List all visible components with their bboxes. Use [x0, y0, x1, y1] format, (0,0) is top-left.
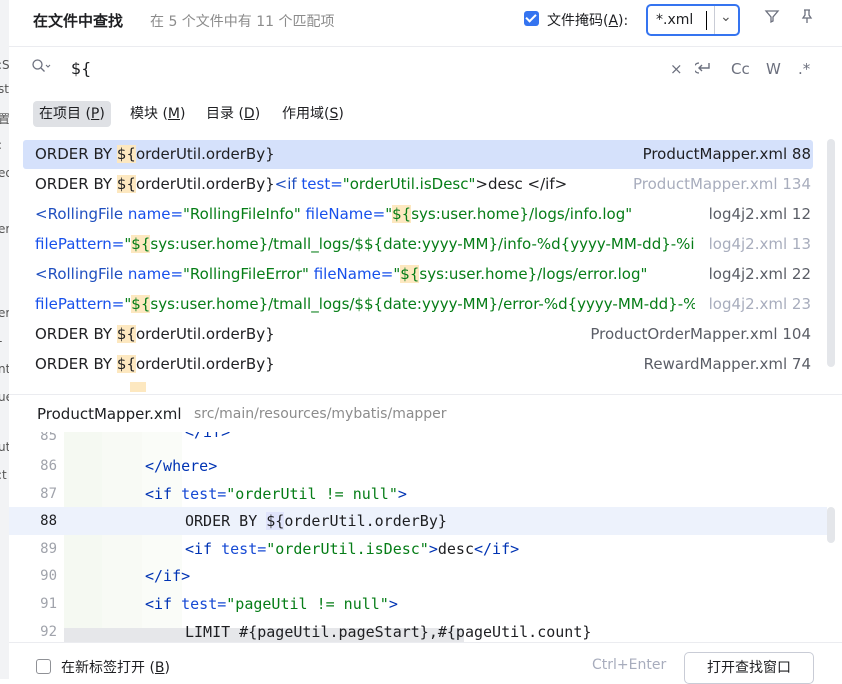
result-file: log4j2.xml 12 — [702, 200, 811, 229]
file-mask-value[interactable]: *.xml — [656, 12, 693, 28]
text-caret — [706, 11, 707, 30]
line-number: 91 — [40, 596, 57, 612]
shortcut-hint: Ctrl+Enter — [592, 657, 667, 673]
filter-icon[interactable] — [764, 8, 780, 28]
code-line: </if> — [145, 567, 191, 585]
partial-match-highlight — [130, 382, 146, 392]
clear-icon[interactable]: × — [670, 60, 683, 78]
line-number: 88 — [40, 513, 57, 529]
file-mask-checkbox[interactable] — [524, 11, 539, 26]
tab-module[interactable]: 模块 (M) — [124, 101, 191, 127]
result-file: ProductMapper.xml 88 — [636, 140, 811, 169]
whole-words-button[interactable]: W — [766, 60, 781, 78]
result-file: ProductOrderMapper.xml 104 — [584, 320, 811, 349]
combobox-separator — [714, 6, 715, 34]
result-row[interactable]: <RollingFile name="RollingFileError" fil… — [23, 260, 813, 289]
indent-guide — [102, 432, 142, 642]
result-row[interactable]: filePattern="${sys:user.home}/tmall_logs… — [23, 230, 813, 259]
open-find-window-button[interactable]: 打开查找窗口 — [684, 652, 814, 684]
new-line-icon[interactable] — [693, 60, 713, 80]
code-line: </if> — [185, 432, 231, 441]
preview-scrollbar[interactable] — [827, 507, 835, 543]
result-code: filePattern="${sys:user.home}/tmall_logs… — [35, 295, 695, 313]
search-input[interactable]: ${ — [71, 59, 91, 78]
file-mask-combobox[interactable]: *.xml ⌄ — [646, 4, 740, 36]
regex-button[interactable]: .* — [798, 60, 810, 78]
code-line: <if test="orderUtil.isDesc">desc</if> — [185, 540, 520, 558]
result-row[interactable]: ORDER BY ${orderUtil.orderBy} ProductMap… — [23, 140, 813, 169]
dialog-header: 在文件中查找 在 5 个文件中有 11 个匹配项 文件掩码(A): *.xml … — [9, 0, 842, 42]
result-row[interactable]: ORDER BY ${orderUtil.orderBy} RewardMapp… — [23, 350, 813, 379]
open-in-new-tab-checkbox[interactable] — [36, 659, 51, 674]
line-number: 87 — [40, 486, 57, 502]
dialog-footer: 在新标签打开 (B) Ctrl+Enter 打开查找窗口 — [9, 642, 842, 684]
line-number: 89 — [40, 541, 57, 557]
line-number: 86 — [40, 458, 57, 474]
result-file: log4j2.xml 13 — [702, 230, 811, 259]
match-summary: 在 5 个文件中有 11 个匹配项 — [150, 14, 335, 30]
file-mask-label: 文件掩码(A): — [547, 13, 629, 29]
code-line: </where> — [145, 457, 218, 475]
tab-project[interactable]: 在项目 (P) — [33, 101, 111, 127]
find-in-files-dialog: 在文件中查找 在 5 个文件中有 11 个匹配项 文件掩码(A): *.xml … — [9, 0, 842, 684]
result-code: <RollingFile name="RollingFileInfo" file… — [35, 205, 633, 223]
chevron-down-icon[interactable]: ⌄ — [720, 9, 732, 25]
result-code: ORDER BY ${orderUtil.orderBy} — [35, 355, 275, 373]
preview-header: ProductMapper.xml src/main/resources/myb… — [9, 394, 842, 433]
result-code: filePattern="${sys:user.home}/tmall_logs… — [35, 235, 695, 253]
preview-file-name: ProductMapper.xml — [37, 405, 182, 423]
dialog-title: 在文件中查找 — [33, 12, 124, 30]
result-code: ORDER BY ${orderUtil.orderBy}<if test="o… — [35, 175, 568, 193]
code-line: ORDER BY ${orderUtil.orderBy} — [185, 512, 447, 530]
line-number-gutter: 85 86 87 88 89 90 91 92 — [9, 432, 62, 642]
code-line: LIMIT #{pageUtil.pageStart},#{pageUtil.c… — [185, 623, 592, 641]
tab-directory[interactable]: 目录 (D) — [200, 101, 266, 127]
result-row[interactable]: <RollingFile name="RollingFileInfo" file… — [23, 200, 813, 229]
result-code: <RollingFile name="RollingFileError" fil… — [35, 265, 648, 283]
open-in-new-tab-label[interactable]: 在新标签打开 (B) — [61, 657, 170, 677]
preview-file-path: src/main/resources/mybatis/mapper — [194, 406, 447, 422]
pin-icon[interactable] — [799, 8, 815, 28]
code-line: <if test="orderUtil != null"> — [145, 485, 407, 503]
line-number: 85 — [40, 432, 57, 444]
result-file: RewardMapper.xml 74 — [637, 350, 811, 379]
code-line: <if test="pageUtil != null"> — [145, 595, 398, 613]
results-scrollbar[interactable] — [827, 139, 835, 367]
result-code: ORDER BY ${orderUtil.orderBy} — [35, 145, 275, 163]
line-number: 90 — [40, 568, 57, 584]
indent-guide — [64, 432, 102, 642]
search-history-icon[interactable] — [31, 58, 53, 78]
result-file: ProductMapper.xml 134 — [627, 170, 811, 199]
result-file: log4j2.xml 23 — [702, 290, 811, 319]
results-list: ORDER BY ${orderUtil.orderBy} ProductMap… — [23, 139, 813, 392]
result-row[interactable]: filePattern="${sys:user.home}/tmall_logs… — [23, 290, 813, 319]
match-case-button[interactable]: Cc — [731, 60, 750, 78]
result-row[interactable]: ORDER BY ${orderUtil.orderBy} ProductOrd… — [23, 320, 813, 349]
search-row: ${ × Cc W .* — [9, 46, 842, 93]
tab-scope[interactable]: 作用域(S) — [276, 101, 350, 127]
result-file: log4j2.xml 22 — [702, 260, 811, 289]
line-number: 92 — [40, 624, 57, 640]
result-row[interactable]: ORDER BY ${orderUtil.orderBy}<if test="o… — [23, 170, 813, 199]
code-preview[interactable]: 85 86 87 88 89 90 91 92 </if> </where> <… — [9, 432, 842, 642]
